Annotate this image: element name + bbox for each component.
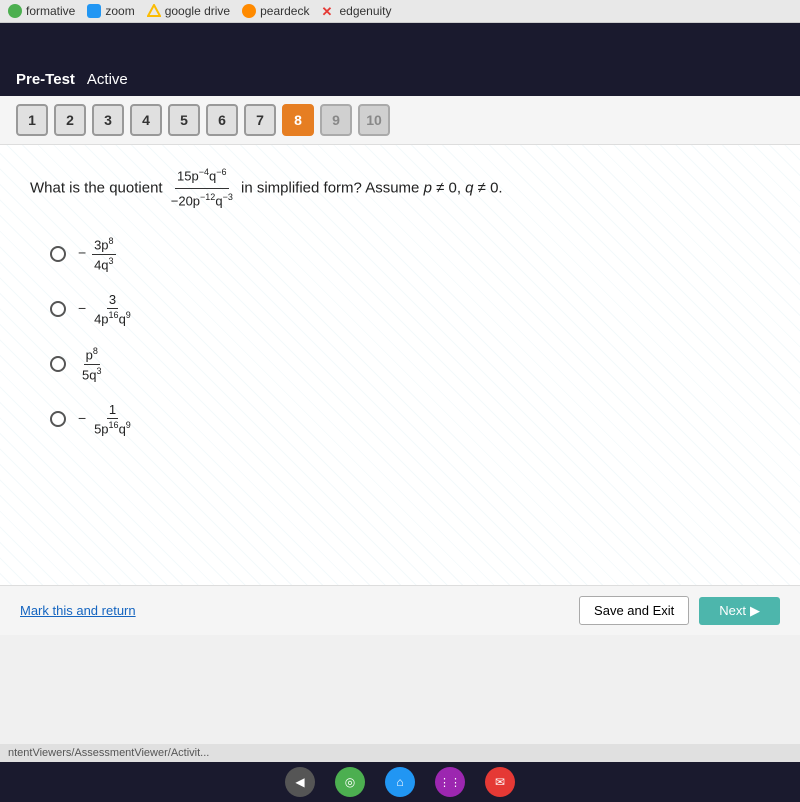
fraction-c-num: p8 [84, 346, 100, 364]
pretest-bar: Pre-Test Active [0, 63, 800, 96]
bookmark-edgenuity-label: edgenuity [339, 4, 391, 18]
fraction-numerator: 15p−4q−6 [175, 165, 228, 189]
next-button[interactable]: Next ▶ [699, 597, 780, 625]
bookmark-googledrive[interactable]: google drive [147, 4, 230, 18]
fraction-a-num: 3p8 [92, 236, 115, 254]
zoom-icon [87, 4, 101, 18]
q-btn-6[interactable]: 6 [206, 104, 238, 136]
answer-item-b: − 3 4p16q9 [50, 292, 770, 326]
question-fraction: 15p−4q−6 −20p−12q−3 [169, 165, 235, 212]
next-label: Next [719, 603, 746, 618]
bookmark-peardeck-label: peardeck [260, 4, 309, 18]
question-navigation: 1 2 3 4 5 6 7 8 9 10 [0, 96, 800, 145]
taskbar-mail-icon[interactable]: ✉ [485, 767, 515, 797]
q-btn-2[interactable]: 2 [54, 104, 86, 136]
taskbar-search-icon[interactable]: ◎ [335, 767, 365, 797]
fraction-c-den: 5q3 [80, 365, 103, 382]
mark-return-link[interactable]: Mark this and return [20, 603, 136, 618]
question-text-before: What is the quotient [30, 180, 167, 197]
formative-icon [8, 4, 22, 18]
q-btn-3[interactable]: 3 [92, 104, 124, 136]
q-btn-5[interactable]: 5 [168, 104, 200, 136]
bottom-right-buttons: Save and Exit Next ▶ [579, 596, 780, 625]
q-btn-7[interactable]: 7 [244, 104, 276, 136]
fraction-denominator: −20p−12q−3 [169, 189, 235, 212]
status-text: ntentViewers/AssessmentViewer/Activit... [8, 747, 209, 759]
answer-item-d: − 1 5p16q9 [50, 402, 770, 436]
bookmark-edgenuity[interactable]: ✕ edgenuity [321, 4, 391, 18]
fraction-a: 3p8 4q3 [92, 236, 115, 272]
next-arrow-icon: ▶ [750, 603, 760, 619]
status-bar: ntentViewers/AssessmentViewer/Activit... [0, 744, 800, 762]
answer-math-c: p8 5q3 [78, 346, 105, 382]
fraction-d-den: 5p16q9 [92, 419, 133, 436]
radio-b[interactable] [50, 301, 66, 317]
answer-choices: − 3p8 4q3 − 3 4p16q9 [50, 236, 770, 436]
bookmark-formative-label: formative [26, 4, 75, 18]
answer-item-c: p8 5q3 [50, 346, 770, 382]
fraction-d: 1 5p16q9 [92, 402, 133, 436]
bottom-action-bar: Mark this and return Save and Exit Next … [0, 585, 800, 635]
question-text-after: in simplified form? Assume p ≠ 0, q ≠ 0. [241, 180, 503, 197]
taskbar-apps-icon[interactable]: ⋮⋮ [435, 767, 465, 797]
fraction-b-num: 3 [107, 292, 118, 309]
fraction-a-den: 4q3 [92, 255, 115, 272]
edgenuity-icon: ✕ [321, 4, 335, 18]
taskbar: ◀ ◎ ⌂ ⋮⋮ ✉ [0, 762, 800, 802]
radio-d[interactable] [50, 411, 66, 427]
peardeck-icon [242, 4, 256, 18]
fraction-d-num: 1 [107, 402, 118, 419]
fraction-b: 3 4p16q9 [92, 292, 133, 326]
answer-item-a: − 3p8 4q3 [50, 236, 770, 272]
browser-bookmarks-bar: formative zoom google drive peardeck ✕ e… [0, 0, 800, 23]
bookmark-zoom[interactable]: zoom [87, 4, 134, 18]
q-btn-10[interactable]: 10 [358, 104, 390, 136]
answer-math-b: − 3 4p16q9 [78, 292, 135, 326]
bookmark-formative[interactable]: formative [8, 4, 75, 18]
main-content: What is the quotient 15p−4q−6 −20p−12q−3… [0, 145, 800, 635]
googledrive-icon [147, 4, 161, 18]
fraction-b-den: 4p16q9 [92, 309, 133, 326]
q-btn-8[interactable]: 8 [282, 104, 314, 136]
fraction-c: p8 5q3 [80, 346, 103, 382]
bookmark-googledrive-label: google drive [165, 4, 230, 18]
save-exit-button[interactable]: Save and Exit [579, 596, 689, 625]
bookmark-zoom-label: zoom [105, 4, 134, 18]
q-btn-1[interactable]: 1 [16, 104, 48, 136]
q-btn-4[interactable]: 4 [130, 104, 162, 136]
active-status-label: Active [87, 71, 128, 88]
answer-math-d: − 1 5p16q9 [78, 402, 135, 436]
app-header [0, 23, 800, 63]
taskbar-home-icon[interactable]: ⌂ [385, 767, 415, 797]
answer-math-a: − 3p8 4q3 [78, 236, 118, 272]
radio-a[interactable] [50, 246, 66, 262]
bookmark-peardeck[interactable]: peardeck [242, 4, 309, 18]
q-btn-9[interactable]: 9 [320, 104, 352, 136]
taskbar-back-icon[interactable]: ◀ [285, 767, 315, 797]
pretest-label: Pre-Test [16, 71, 75, 88]
question-text: What is the quotient 15p−4q−6 −20p−12q−3… [30, 165, 770, 212]
radio-c[interactable] [50, 356, 66, 372]
